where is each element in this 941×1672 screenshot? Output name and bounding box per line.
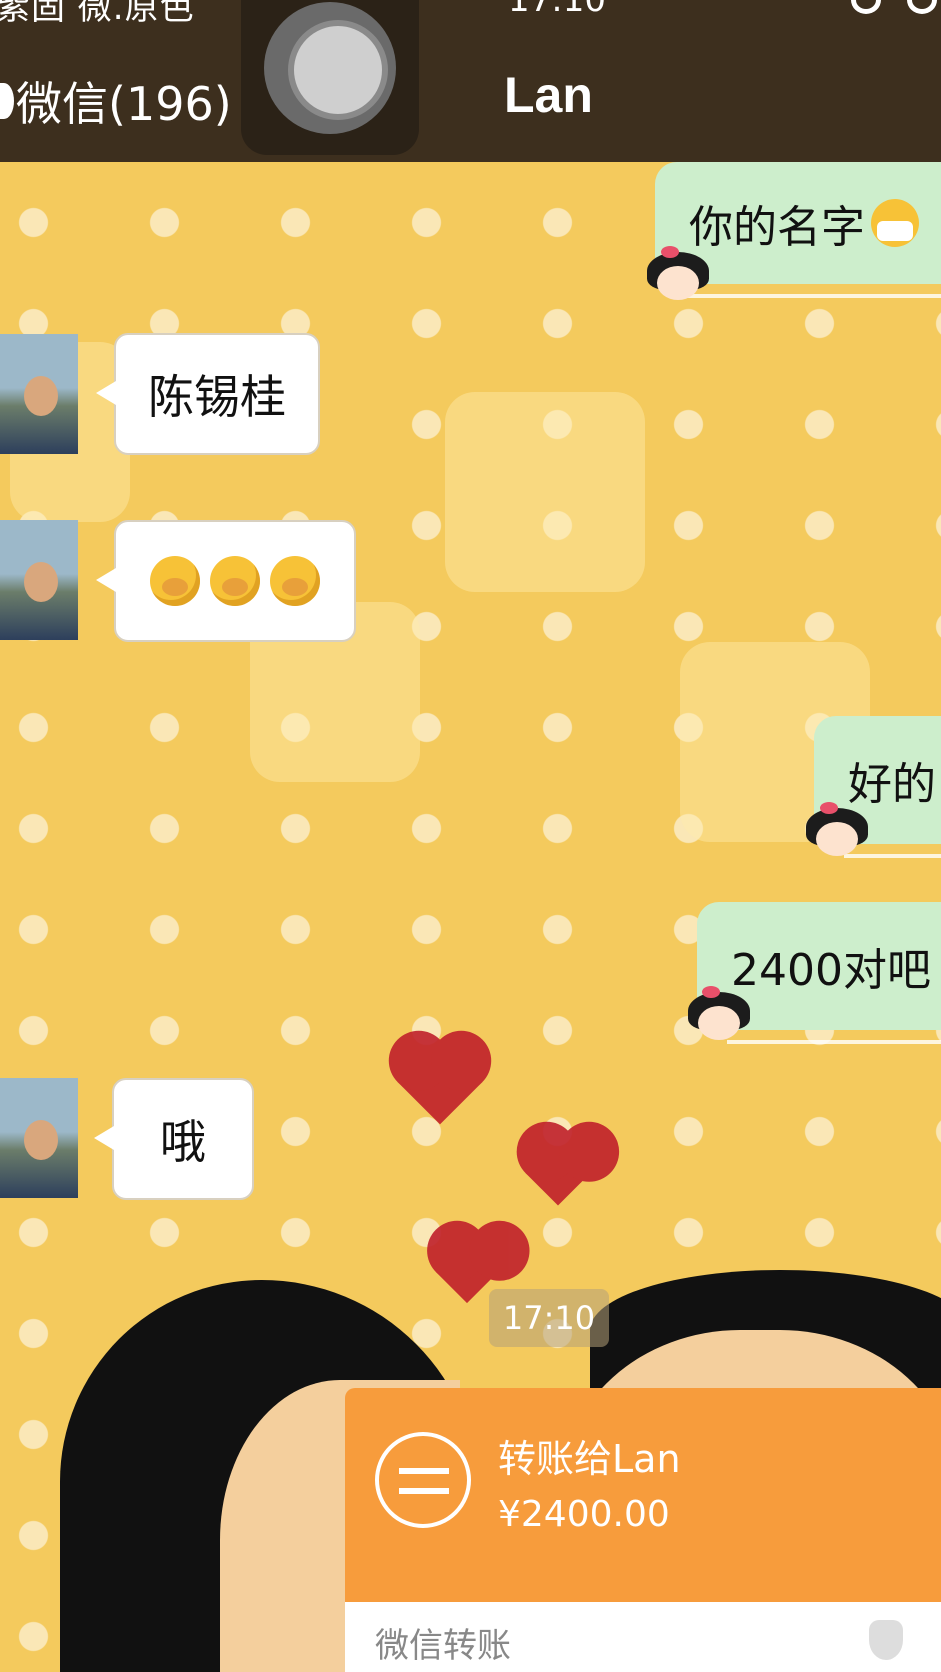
nav-header: 紫固 微.原色 17:10 微信(196) Lan (0, 0, 941, 162)
chat-title: Lan (504, 67, 593, 123)
message-text: 你的名字 (689, 202, 865, 253)
bubble-underline (727, 1040, 941, 1044)
maruko-bow (820, 802, 838, 814)
back-arrow-icon (0, 83, 14, 119)
transfer-card-footer: 微信转账 (345, 1602, 941, 1672)
message-text: 2400对吧 (731, 945, 931, 996)
transfer-amount: ¥2400.00 (498, 1494, 670, 1535)
transfer-card[interactable]: 转账给Lan ¥2400.00 微信转账 (345, 1388, 941, 1672)
chat-screen: 紫固 微.原色 17:10 微信(196) Lan 你的名字 陈锡桂 好的 24… (0, 0, 941, 1672)
arrow-left-icon (399, 1488, 449, 1494)
avatar[interactable] (0, 520, 78, 640)
message-bubble-received[interactable]: 哦 (94, 1078, 254, 1200)
message-text: 陈锡桂 (148, 370, 286, 424)
status-time: 17:10 (508, 0, 606, 20)
maruko-sticker-icon (647, 246, 709, 302)
back-button[interactable]: 微信(196) (0, 68, 232, 134)
maruko-face (698, 1006, 740, 1040)
maruko-face (816, 822, 858, 856)
cupcake-decoration (445, 392, 645, 592)
message-bubble-received[interactable] (96, 520, 356, 642)
transfer-arrows-icon (375, 1432, 471, 1528)
assistive-touch-button[interactable] (241, 0, 419, 155)
avatar[interactable] (0, 334, 78, 454)
maruko-bow (661, 246, 679, 258)
transfer-card-body: 转账给Lan ¥2400.00 (345, 1388, 941, 1602)
maruko-face (657, 266, 699, 300)
maruko-sticker-icon (688, 986, 750, 1042)
status-carrier: 紫固 微.原色 (0, 0, 195, 28)
assistive-touch-core-icon (288, 20, 388, 120)
message-bubble-received[interactable]: 陈锡桂 (96, 333, 320, 455)
arrow-right-icon (399, 1468, 449, 1474)
transfer-footer-label: 微信转账 (375, 1626, 511, 1666)
hand-over-mouth-icon (270, 556, 320, 606)
hand-over-mouth-icon (150, 556, 200, 606)
maruko-bow (702, 986, 720, 998)
shield-icon (869, 1620, 903, 1660)
back-label: 微信(196) (16, 77, 232, 131)
message-text: 哦 (160, 1115, 206, 1169)
maruko-sticker-icon (806, 802, 868, 858)
transfer-title: 转账给Lan (498, 1437, 681, 1481)
bubble-underline (685, 294, 941, 298)
message-timestamp: 17:10 (489, 1289, 609, 1347)
battery-icon (907, 0, 937, 14)
mask-face-icon (871, 199, 919, 247)
rotation-lock-icon (851, 0, 881, 14)
status-icons (851, 0, 941, 16)
hand-over-mouth-icon (210, 556, 260, 606)
avatar[interactable] (0, 1078, 78, 1198)
